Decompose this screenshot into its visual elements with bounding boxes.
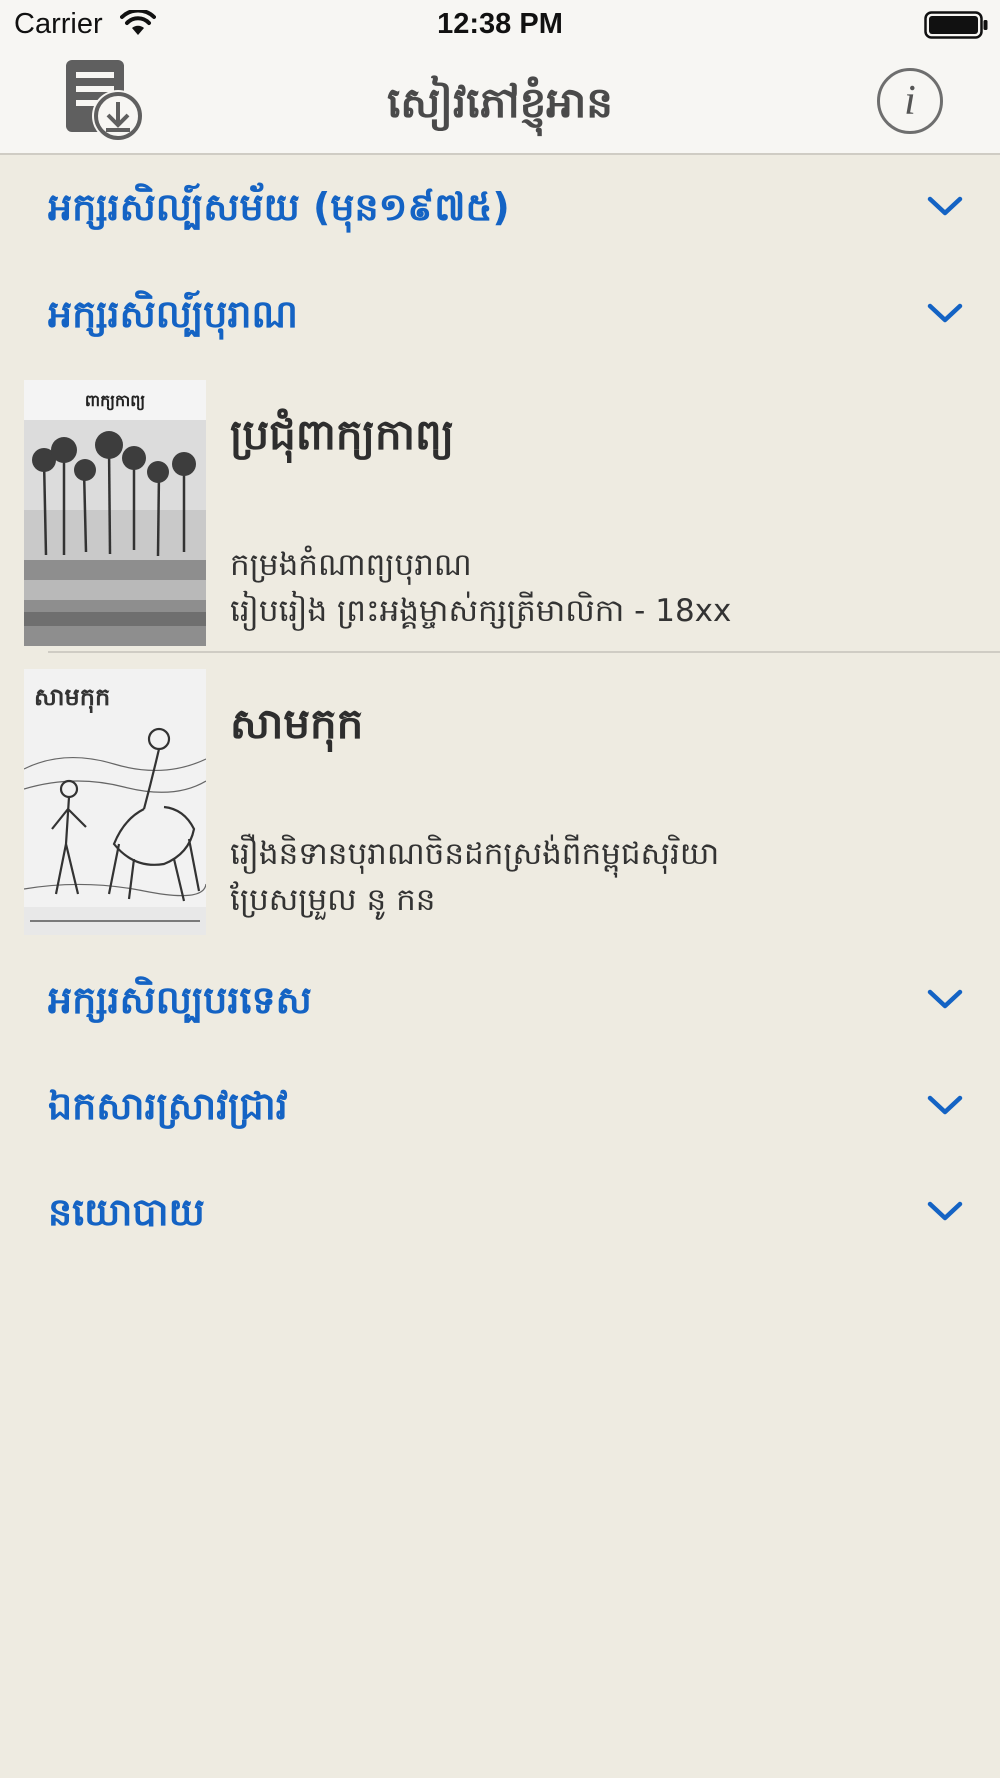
section-title: ឯកសារស្រាវជ្រាវ [48, 1084, 288, 1128]
book-cover-image: ពាក្យកាព្យ [24, 380, 206, 646]
book-cover-image: សាមកុក [24, 669, 206, 935]
section-header-politics[interactable]: នយោបាយ [0, 1162, 1000, 1262]
nav-bar: សៀវភៅខ្ញុំអាន i [0, 48, 1000, 155]
section-title: អក្សរសិល្បបរទេស [48, 978, 312, 1022]
section-header-ancient-literature[interactable]: អក្សរសិល្ប៍បុរាណ [0, 264, 1000, 364]
battery-icon [924, 11, 988, 39]
section-title: អក្សរសិល្ប៍សម័យ (មុន១៩៧៥) [48, 185, 510, 229]
chevron-down-icon [927, 303, 963, 323]
info-icon[interactable]: i [877, 68, 943, 134]
chevron-down-icon [927, 1095, 963, 1115]
status-bar: Carrier 12:38 PM [0, 0, 1000, 48]
book-description: រឿងនិទានបុរាណចិនដកស្រង់ពីកម្ពុជសុរិយា [230, 836, 720, 872]
status-time: 12:38 PM [437, 8, 563, 40]
row-divider [48, 651, 1000, 653]
section-title: អក្សរសិល្ប៍បុរាណ [48, 292, 298, 336]
section-title: នយោបាយ [48, 1190, 205, 1234]
book-title: ប្រជុំពាក្យកាព្យ [230, 410, 455, 459]
book-description: កម្រងកំណាព្យបុរាណ [230, 547, 472, 583]
chevron-down-icon [927, 989, 963, 1009]
nav-title: សៀវភៅខ្ញុំអាន [387, 78, 613, 127]
book-meta: រៀបរៀង ព្រះអង្គម្ចាស់ក្សត្រីមាលិកា - 18x… [230, 593, 732, 629]
book-row[interactable]: សាមកុក សាមកុក រឿងនិទានបុរាណចិនដកស្រង់ពីក… [0, 657, 1000, 935]
book-cover-title: សាមកុក [34, 683, 110, 714]
chevron-down-icon [927, 196, 963, 216]
section-header-foreign-literature[interactable]: អក្សរសិល្បបរទេស [0, 950, 1000, 1050]
section-header-modern-literature[interactable]: អក្សរសិល្ប៍សម័យ (មុន១៩៧៥) [0, 157, 1000, 257]
book-row[interactable]: ពាក្យកាព្យ ប្រជុំពាក្យកាព្យ កម្រងកំណាព្យ… [0, 368, 1000, 653]
book-title: សាមកុក [230, 699, 364, 748]
chevron-down-icon [927, 1201, 963, 1221]
book-cover-title: ពាក្យកាព្យ [85, 391, 146, 411]
book-meta: ប្រែសម្រួល នូ កន [230, 882, 436, 918]
section-header-research-documents[interactable]: ឯកសារស្រាវជ្រាវ [0, 1056, 1000, 1156]
